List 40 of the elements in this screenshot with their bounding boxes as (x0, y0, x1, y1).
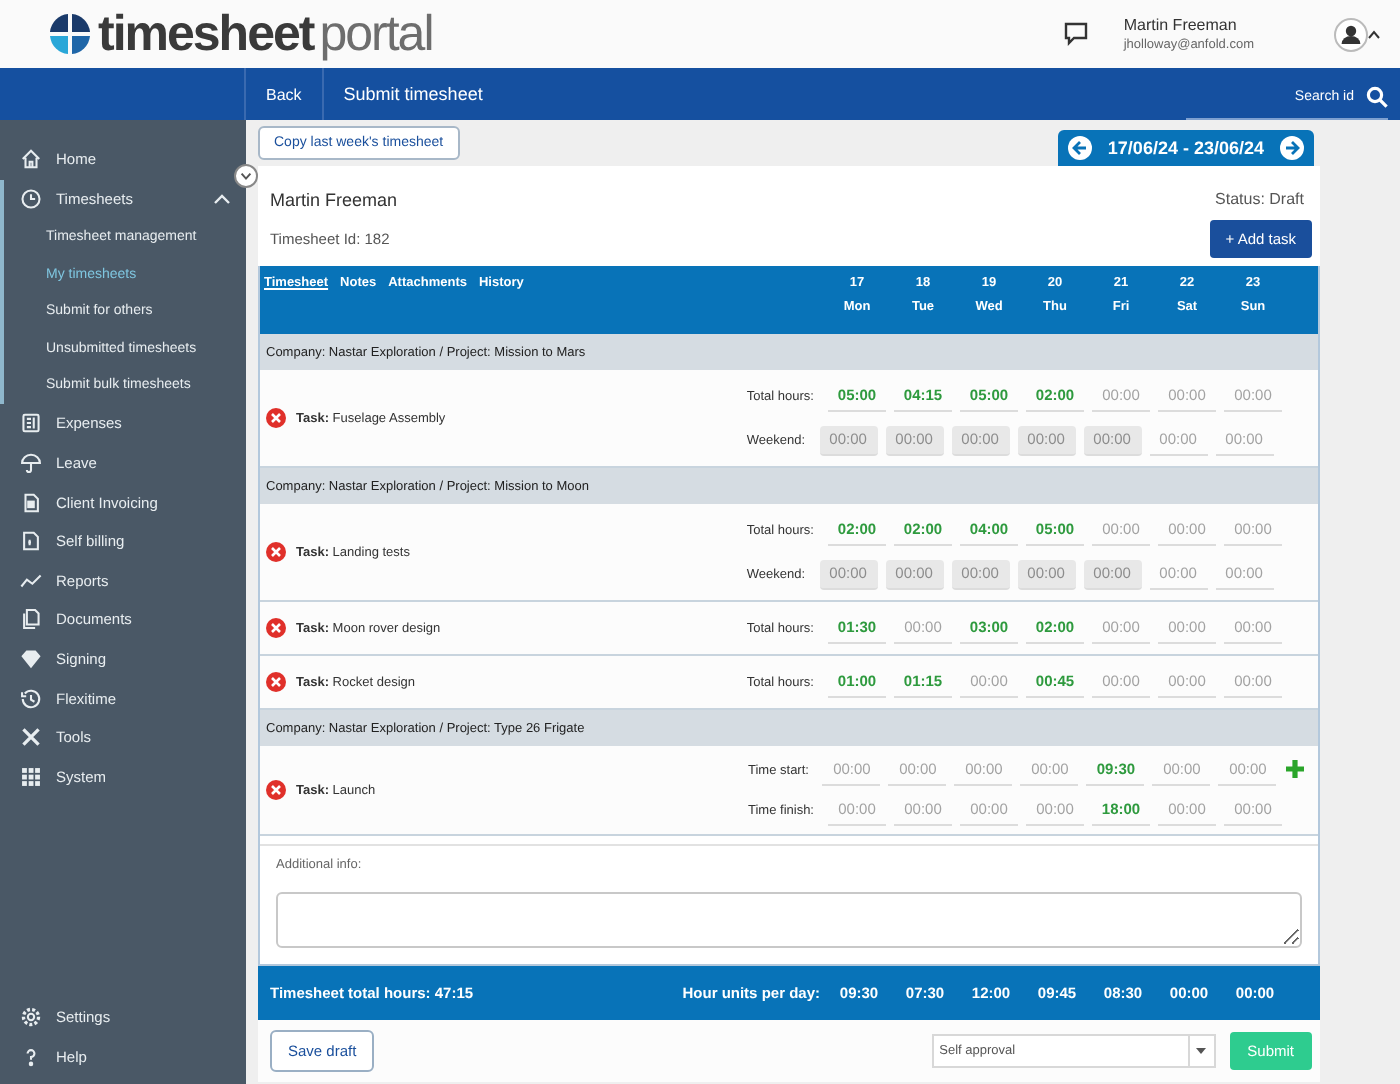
chat-icon[interactable] (1063, 22, 1088, 46)
user-name: Martin Freeman (1123, 16, 1239, 34)
previous-week-button[interactable] (1067, 136, 1092, 160)
add-icon[interactable] (1286, 760, 1305, 778)
collapse-toggle-icon[interactable] (234, 164, 258, 188)
status-text: Status: Draft (1215, 190, 1304, 208)
documents-icon (20, 608, 42, 631)
umbrella-icon (20, 452, 42, 475)
arrow-left-icon (1071, 140, 1088, 156)
remove-icon[interactable] (266, 672, 286, 692)
remove-icon[interactable] (266, 542, 286, 562)
arrow-right-icon (1284, 140, 1300, 156)
gear-icon (20, 1006, 42, 1029)
diamond-icon (20, 648, 42, 671)
history-icon (20, 687, 42, 710)
back-button[interactable]: Back (246, 68, 324, 120)
logo-text: portal (319, 5, 433, 63)
page-title: Submit timesheet (341, 82, 483, 108)
caret-icon[interactable] (1368, 29, 1380, 39)
trend-line-icon (20, 569, 42, 592)
remove-icon[interactable] (266, 618, 286, 638)
remove-icon[interactable] (266, 780, 286, 800)
week-selector: 17/06/24 - 23/06/24 (1057, 130, 1314, 166)
home-icon (20, 148, 42, 171)
chevron-icon[interactable] (214, 193, 230, 204)
grid-icon (20, 765, 42, 788)
logo-text: timesheet (98, 5, 314, 63)
search-icon[interactable] (1366, 86, 1388, 108)
receipt-icon (20, 412, 42, 435)
next-week-button[interactable] (1280, 136, 1304, 160)
document-icon (20, 530, 42, 553)
clock-icon (20, 187, 42, 210)
logo-icon (48, 12, 92, 56)
remove-icon[interactable] (266, 408, 286, 428)
document-icon (20, 491, 42, 514)
caret-icon (1196, 1048, 1207, 1054)
employee-name: Martin Freeman (270, 189, 398, 209)
additional-info-field[interactable] (276, 892, 1302, 948)
avatar-icon[interactable] (1334, 17, 1368, 51)
tools-icon (20, 726, 42, 749)
